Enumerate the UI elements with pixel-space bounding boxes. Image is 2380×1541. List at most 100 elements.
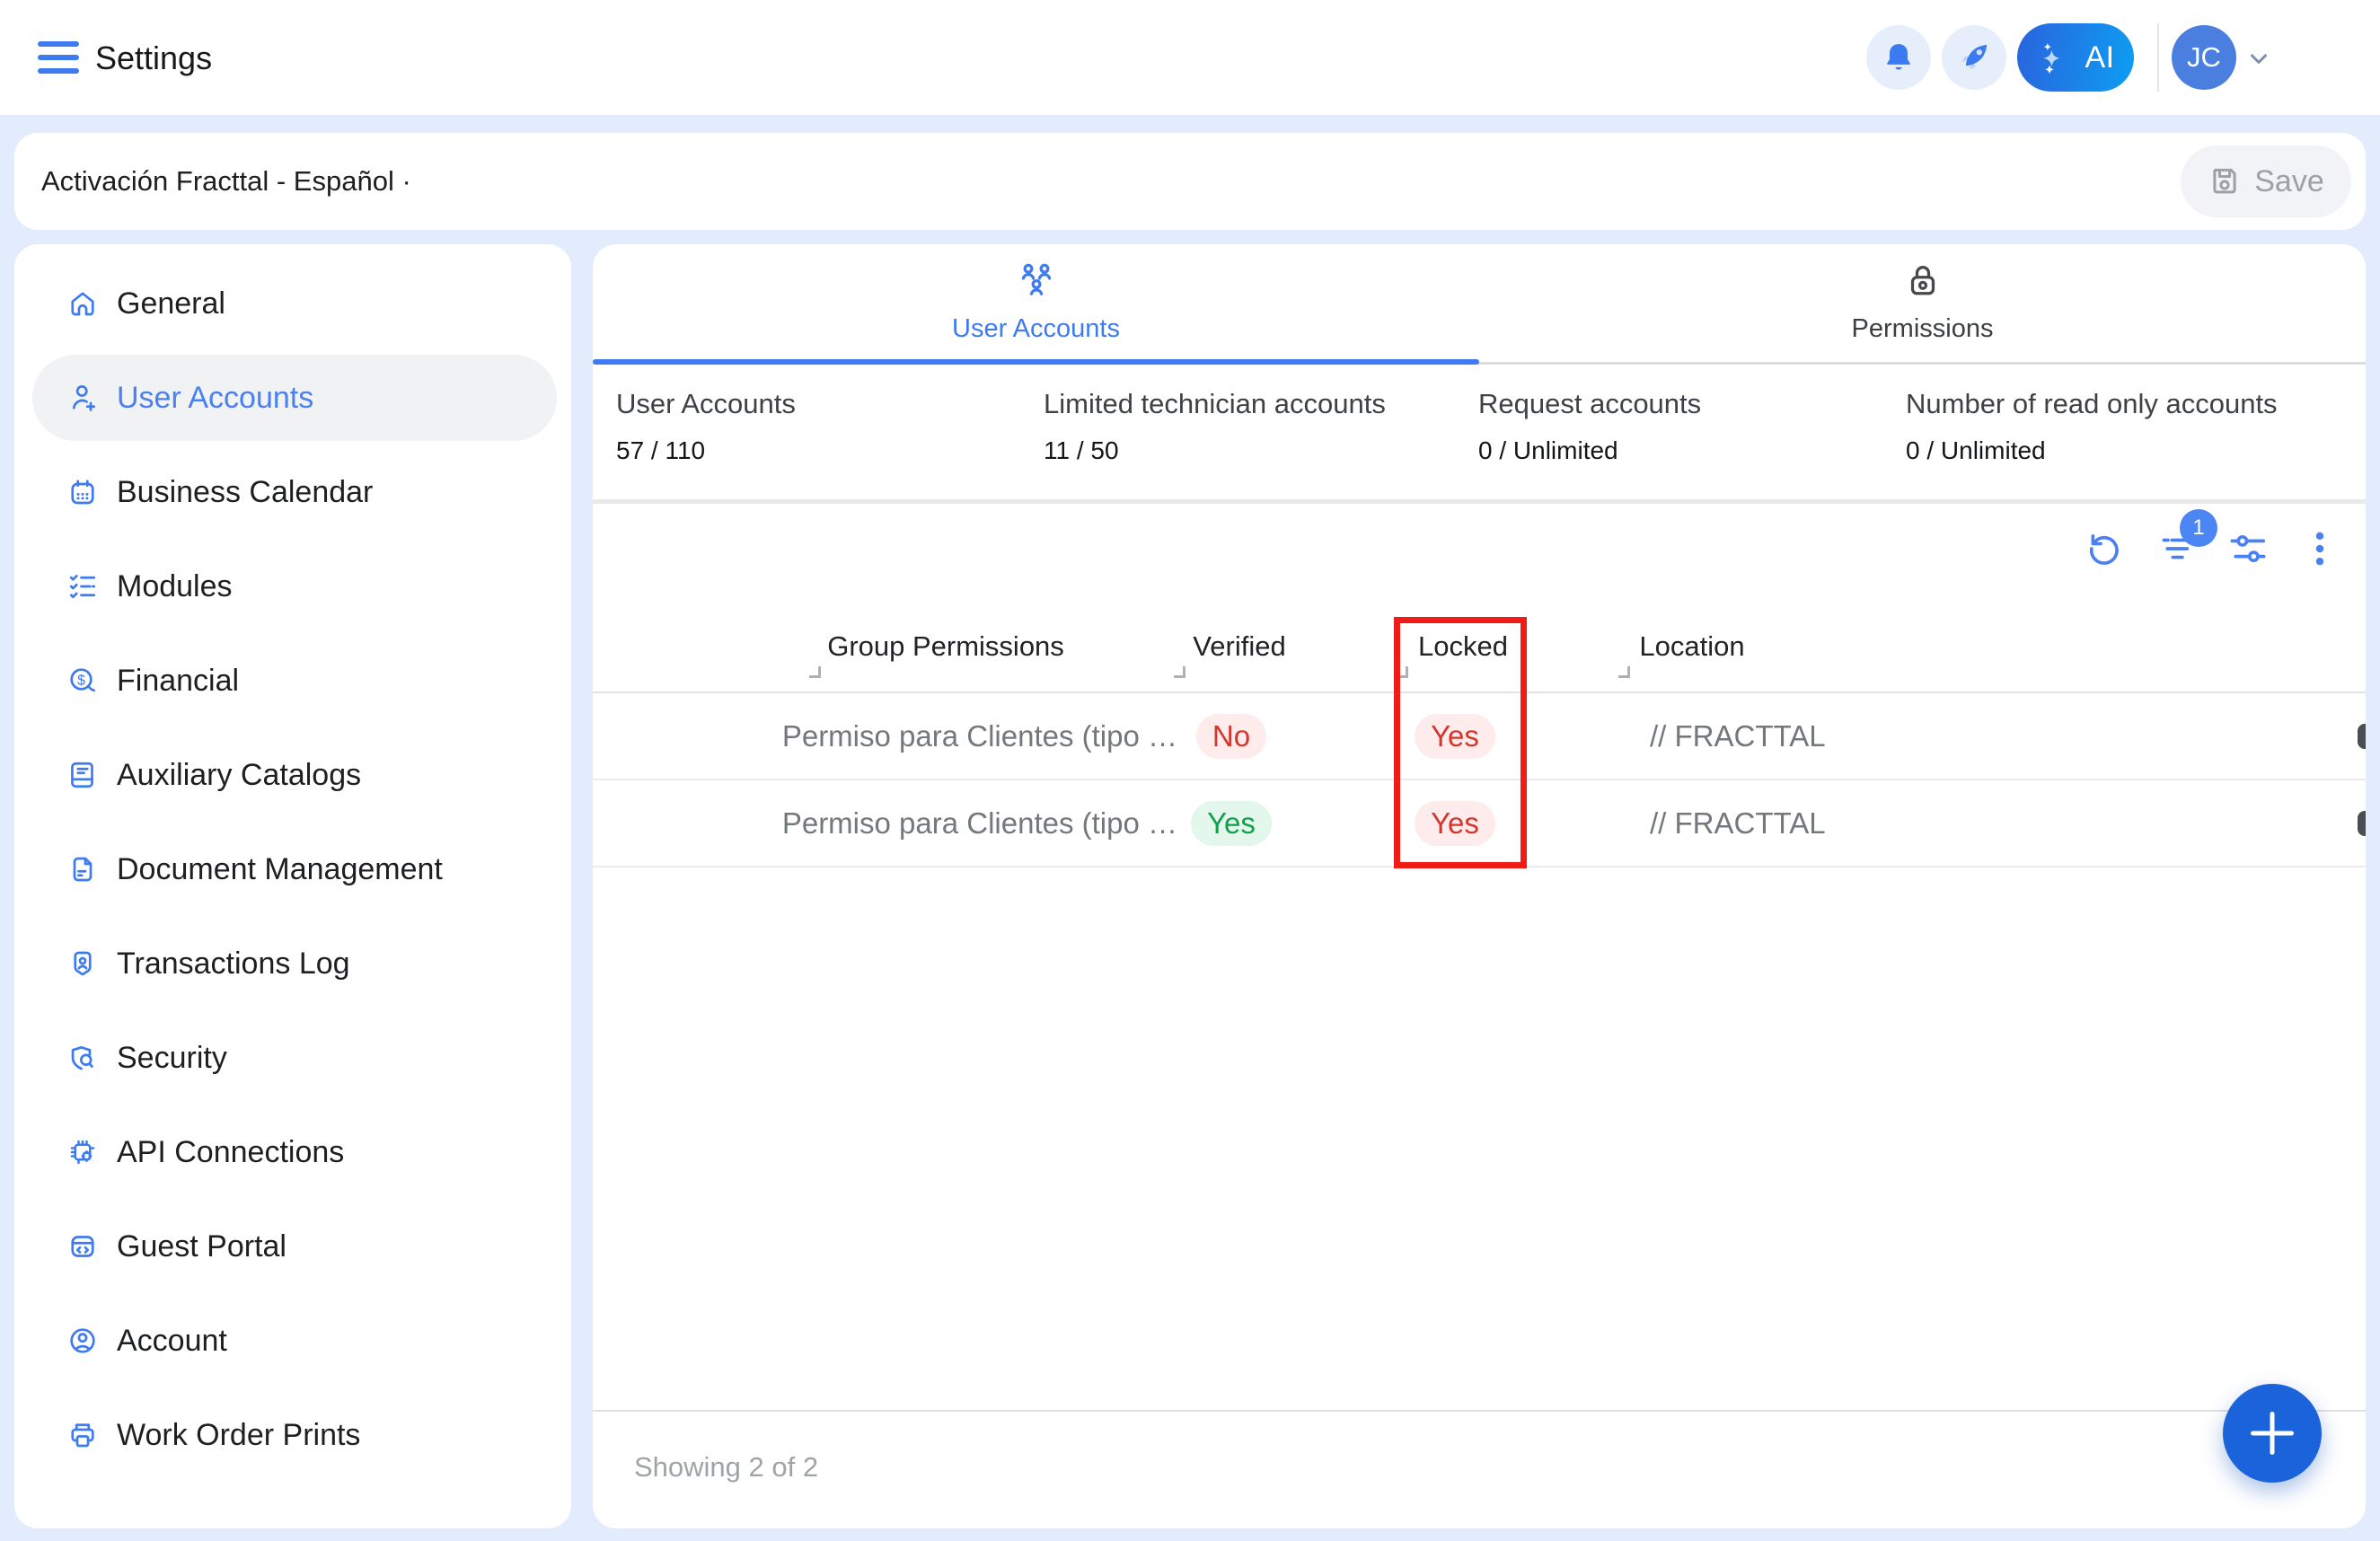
cell-verified-badge: Yes: [1191, 801, 1272, 846]
filter-count: 1: [2192, 515, 2204, 541]
sidebar-item-label: Financial: [117, 664, 239, 699]
sidebar-item-work-order-prints[interactable]: Work Order Prints: [32, 1392, 557, 1478]
column-header-group-permissions[interactable]: Group Permissions: [827, 630, 1064, 663]
avatar[interactable]: JC: [2172, 25, 2236, 90]
book-icon: [66, 759, 99, 791]
shield-search-icon: [66, 1042, 99, 1074]
sidebar-item-financial[interactable]: $ Financial: [32, 638, 557, 724]
cell-group-permissions: Permiso para Clientes (tipo …: [782, 719, 1177, 753]
cell-location: // FRACTTAL: [1650, 806, 1826, 841]
sidebar-item-label: Auxiliary Catalogs: [117, 758, 361, 793]
stat-value: 0 / Unlimited: [1478, 436, 1701, 465]
sidebar-item-api-connections[interactable]: API Connections: [32, 1109, 557, 1195]
users-group-icon: [1016, 260, 1057, 302]
checklist-icon: [66, 570, 99, 603]
rocket-icon: [1956, 40, 1992, 75]
sidebar-item-label: User Accounts: [117, 381, 313, 416]
stat-value: 11 / 50: [1044, 436, 1386, 465]
subheader-card: Activación Fracttal - Español · Save: [14, 133, 2366, 230]
tab-permissions[interactable]: Permissions: [1479, 244, 2366, 359]
page-title: Settings: [95, 40, 212, 77]
column-header-location[interactable]: Location: [1639, 630, 1744, 663]
chip-gear-icon: [66, 1136, 99, 1168]
stat-label: Number of read only accounts: [1906, 388, 2278, 420]
row-action-clipped-icon[interactable]: [2358, 811, 2366, 836]
svg-text:$: $: [77, 674, 85, 689]
avatar-initials: JC: [2187, 41, 2221, 74]
sidebar-item-label: Guest Portal: [117, 1229, 286, 1264]
cell-group-permissions: Permiso para Clientes (tipo …: [782, 806, 1177, 841]
sidebar-item-guest-portal[interactable]: Guest Portal: [32, 1203, 557, 1290]
whats-new-button[interactable]: [1942, 25, 2006, 90]
sidebar-item-general[interactable]: General: [32, 260, 557, 347]
tab-label: User Accounts: [952, 314, 1120, 344]
save-label: Save: [2254, 164, 2324, 199]
home-icon: [66, 287, 99, 320]
stat-label: Request accounts: [1478, 388, 1701, 420]
add-user-fab[interactable]: [2223, 1384, 2322, 1483]
settings-sidebar: General User Accounts Business Calendar: [14, 244, 571, 1528]
sidebar-item-document-management[interactable]: Document Management: [32, 826, 557, 912]
top-bar: Settings AI JC: [0, 0, 2380, 115]
stat-value: 57 / 110: [616, 436, 796, 465]
badge-icon: [66, 947, 99, 980]
kebab-menu-icon[interactable]: [2299, 528, 2340, 569]
section-divider: [593, 499, 2366, 504]
lock-icon: [1902, 260, 1944, 302]
sidebar-item-label: Transactions Log: [117, 947, 350, 982]
person-circle-icon: [66, 1325, 99, 1357]
browser-code-icon: [66, 1230, 99, 1263]
sidebar-item-transactions-log[interactable]: Transactions Log: [32, 920, 557, 1007]
user-plus-icon: [66, 382, 99, 414]
column-settings-icon[interactable]: [2227, 528, 2269, 569]
sidebar-item-label: Security: [117, 1041, 227, 1076]
tab-user-accounts[interactable]: User Accounts: [593, 244, 1479, 359]
sidebar-item-label: Business Calendar: [117, 475, 373, 510]
stat-label: User Accounts: [616, 388, 796, 420]
sidebar-item-business-calendar[interactable]: Business Calendar: [32, 449, 557, 535]
stat-user-accounts: User Accounts 57 / 110: [616, 388, 796, 465]
dollar-coin-icon: $: [66, 665, 99, 697]
sparkles-icon: [2036, 38, 2076, 77]
column-resize-handle[interactable]: [1618, 666, 1630, 678]
calendar-icon: [66, 476, 99, 508]
database-title: Activación Fracttal - Español ·: [41, 165, 411, 198]
chevron-down-icon[interactable]: [2245, 45, 2272, 72]
ai-assistant-button[interactable]: AI: [2017, 23, 2134, 92]
sidebar-item-label: General: [117, 286, 225, 321]
row-action-clipped-icon[interactable]: [2358, 724, 2366, 749]
stat-request-accounts: Request accounts 0 / Unlimited: [1478, 388, 1701, 465]
save-button[interactable]: Save: [2181, 145, 2351, 217]
notifications-button[interactable]: [1866, 25, 1931, 90]
column-resize-handle[interactable]: [809, 666, 821, 678]
stat-limited-technician-accounts: Limited technician accounts 11 / 50: [1044, 388, 1386, 465]
stat-value: 0 / Unlimited: [1906, 436, 2278, 465]
hamburger-menu-icon[interactable]: [38, 41, 79, 74]
sidebar-item-label: Document Management: [117, 852, 443, 887]
sidebar-item-label: API Connections: [117, 1135, 344, 1170]
sidebar-item-user-accounts[interactable]: User Accounts: [32, 355, 557, 441]
column-resize-handle[interactable]: [1174, 666, 1186, 678]
filter-count-badge: 1: [2180, 509, 2217, 547]
user-accounts-panel: User Accounts Permissions User Accounts …: [593, 244, 2366, 1528]
stat-label: Limited technician accounts: [1044, 388, 1386, 420]
tab-label: Permissions: [1852, 314, 1994, 344]
ai-label: AI: [2085, 40, 2114, 75]
table-footer-divider: [593, 1410, 2366, 1412]
document-icon: [66, 853, 99, 885]
sidebar-item-modules[interactable]: Modules: [32, 543, 557, 630]
topbar-divider: [2157, 23, 2159, 92]
locked-column-highlight-box: [1394, 617, 1527, 868]
active-tab-indicator: [593, 359, 1479, 365]
bell-icon: [1881, 40, 1917, 75]
sidebar-item-security[interactable]: Security: [32, 1015, 557, 1101]
refresh-icon[interactable]: [2084, 528, 2125, 569]
sidebar-item-account[interactable]: Account: [32, 1298, 557, 1384]
cell-location: // FRACTTAL: [1650, 719, 1826, 753]
sidebar-item-label: Modules: [117, 569, 233, 604]
printer-icon: [66, 1419, 99, 1451]
sidebar-item-auxiliary-catalogs[interactable]: Auxiliary Catalogs: [32, 732, 557, 818]
stat-read-only-accounts: Number of read only accounts 0 / Unlimit…: [1906, 388, 2278, 465]
sidebar-item-label: Account: [117, 1324, 227, 1359]
column-header-verified[interactable]: Verified: [1193, 630, 1285, 663]
